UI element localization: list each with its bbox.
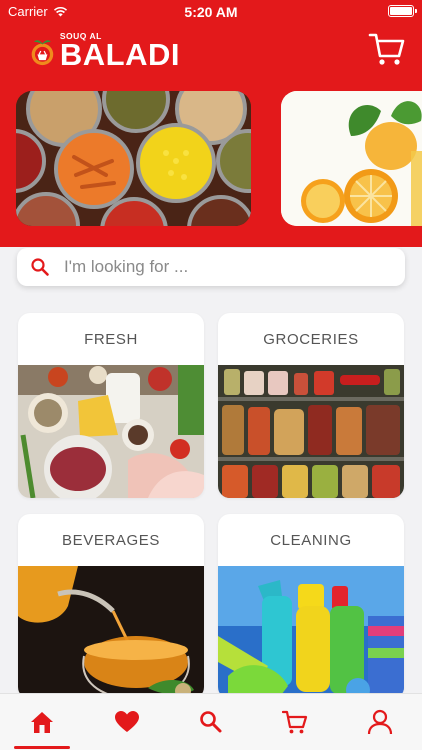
bottom-tab-bar [0, 693, 422, 750]
tab-favorites[interactable] [84, 694, 168, 750]
category-card-cleaning[interactable]: CLEANING [218, 514, 404, 699]
groceries-image [218, 365, 404, 498]
brand-line-2: BALADI [59, 37, 180, 73]
battery-icon [388, 5, 417, 17]
search-bar[interactable] [17, 248, 405, 286]
category-card-beverages[interactable]: BEVERAGES [18, 514, 204, 699]
tomato-logo-icon [31, 40, 54, 66]
tab-profile[interactable] [338, 694, 422, 750]
canned-goods-banner[interactable] [16, 91, 251, 226]
brand-logo[interactable]: SOUQ AL BALADI [30, 28, 180, 74]
search-icon [31, 258, 49, 276]
category-label: GROCERIES [263, 330, 359, 348]
home-icon [31, 712, 54, 733]
citrus-fruits-banner[interactable] [281, 91, 422, 226]
category-label: BEVERAGES [62, 531, 160, 549]
tab-search[interactable] [169, 694, 253, 750]
category-label: CLEANING [270, 531, 352, 549]
heart-icon [114, 711, 139, 732]
cleaning-image [218, 566, 404, 699]
cart-icon[interactable] [368, 30, 406, 68]
status-bar: Carrier 5:20 AM [0, 0, 422, 24]
category-card-fresh[interactable]: FRESH [18, 313, 204, 498]
beverages-image [18, 566, 204, 699]
clock: 5:20 AM [184, 4, 238, 20]
category-label: FRESH [84, 330, 138, 348]
search-input[interactable] [64, 257, 364, 277]
category-card-groceries[interactable]: GROCERIES [218, 313, 404, 498]
profile-icon [367, 709, 392, 735]
fresh-image [18, 365, 204, 498]
search-icon [200, 711, 222, 733]
tab-cart[interactable] [253, 694, 337, 750]
cart-icon [282, 710, 308, 734]
tab-home[interactable] [0, 694, 84, 750]
